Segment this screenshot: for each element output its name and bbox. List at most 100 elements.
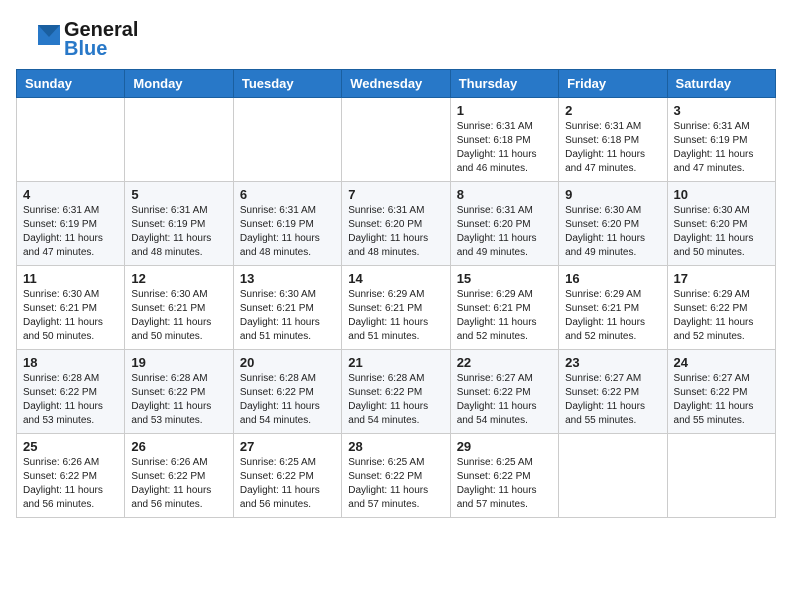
weekday-header-saturday: Saturday <box>667 70 775 98</box>
page-header: GeneralBlue <box>16 16 776 61</box>
day-info: Sunrise: 6:28 AM Sunset: 6:22 PM Dayligh… <box>240 372 335 428</box>
day-number: 17 <box>674 271 769 286</box>
day-number: 16 <box>565 271 660 286</box>
empty-cell <box>342 98 450 182</box>
day-info: Sunrise: 6:30 AM Sunset: 6:21 PM Dayligh… <box>240 288 335 344</box>
day-number: 20 <box>240 355 335 370</box>
day-info: Sunrise: 6:26 AM Sunset: 6:22 PM Dayligh… <box>131 456 226 512</box>
day-cell-18: 18 Sunrise: 6:28 AM Sunset: 6:22 PM Dayli… <box>17 350 125 434</box>
day-info: Sunrise: 6:25 AM Sunset: 6:22 PM Dayligh… <box>240 456 335 512</box>
weekday-header-tuesday: Tuesday <box>233 70 341 98</box>
day-number: 1 <box>457 103 552 118</box>
day-number: 21 <box>348 355 443 370</box>
day-info: Sunrise: 6:27 AM Sunset: 6:22 PM Dayligh… <box>674 372 769 428</box>
day-info: Sunrise: 6:27 AM Sunset: 6:22 PM Dayligh… <box>565 372 660 428</box>
day-info: Sunrise: 6:31 AM Sunset: 6:19 PM Dayligh… <box>674 120 769 176</box>
day-number: 14 <box>348 271 443 286</box>
day-number: 11 <box>23 271 118 286</box>
day-number: 7 <box>348 187 443 202</box>
day-info: Sunrise: 6:29 AM Sunset: 6:21 PM Dayligh… <box>348 288 443 344</box>
week-row-3: 11 Sunrise: 6:30 AM Sunset: 6:21 PM Dayli… <box>17 266 776 350</box>
day-number: 6 <box>240 187 335 202</box>
day-cell-5: 5Sunrise: 6:31 AM Sunset: 6:19 PM Daylig… <box>125 182 233 266</box>
day-number: 4 <box>23 187 118 202</box>
week-row-5: 25Sunrise: 6:26 AM Sunset: 6:22 PM Dayli… <box>17 434 776 518</box>
day-number: 28 <box>348 439 443 454</box>
day-cell-1: 1 Sunrise: 6:31 AM Sunset: 6:18 PM Daylig… <box>450 98 558 182</box>
logo-blue-text: Blue <box>64 38 138 61</box>
day-number: 9 <box>565 187 660 202</box>
day-cell-16: 16 Sunrise: 6:29 AM Sunset: 6:21 PM Dayli… <box>559 266 667 350</box>
day-cell-3: 3 Sunrise: 6:31 AM Sunset: 6:19 PM Daylig… <box>667 98 775 182</box>
empty-cell <box>667 434 775 518</box>
day-number: 3 <box>674 103 769 118</box>
day-number: 15 <box>457 271 552 286</box>
day-cell-6: 6 Sunrise: 6:31 AM Sunset: 6:19 PM Daylig… <box>233 182 341 266</box>
day-cell-12: 12Sunrise: 6:30 AM Sunset: 6:21 PM Dayli… <box>125 266 233 350</box>
day-number: 24 <box>674 355 769 370</box>
day-cell-13: 13 Sunrise: 6:30 AM Sunset: 6:21 PM Dayli… <box>233 266 341 350</box>
weekday-header-friday: Friday <box>559 70 667 98</box>
day-cell-21: 21 Sunrise: 6:28 AM Sunset: 6:22 PM Dayli… <box>342 350 450 434</box>
day-info: Sunrise: 6:30 AM Sunset: 6:20 PM Dayligh… <box>674 204 769 260</box>
day-cell-23: 23Sunrise: 6:27 AM Sunset: 6:22 PM Dayli… <box>559 350 667 434</box>
day-info: Sunrise: 6:31 AM Sunset: 6:19 PM Dayligh… <box>23 204 118 260</box>
weekday-header-wednesday: Wednesday <box>342 70 450 98</box>
day-info: Sunrise: 6:28 AM Sunset: 6:22 PM Dayligh… <box>23 372 118 428</box>
day-info: Sunrise: 6:27 AM Sunset: 6:22 PM Dayligh… <box>457 372 552 428</box>
day-info: Sunrise: 6:29 AM Sunset: 6:22 PM Dayligh… <box>674 288 769 344</box>
day-cell-17: 17 Sunrise: 6:29 AM Sunset: 6:22 PM Dayli… <box>667 266 775 350</box>
day-cell-27: 27 Sunrise: 6:25 AM Sunset: 6:22 PM Dayli… <box>233 434 341 518</box>
day-info: Sunrise: 6:31 AM Sunset: 6:19 PM Dayligh… <box>240 204 335 260</box>
day-info: Sunrise: 6:28 AM Sunset: 6:22 PM Dayligh… <box>348 372 443 428</box>
day-info: Sunrise: 6:26 AM Sunset: 6:22 PM Dayligh… <box>23 456 118 512</box>
day-info: Sunrise: 6:30 AM Sunset: 6:21 PM Dayligh… <box>23 288 118 344</box>
day-number: 18 <box>23 355 118 370</box>
week-row-2: 4 Sunrise: 6:31 AM Sunset: 6:19 PM Daylig… <box>17 182 776 266</box>
week-row-1: 1 Sunrise: 6:31 AM Sunset: 6:18 PM Daylig… <box>17 98 776 182</box>
day-cell-8: 8 Sunrise: 6:31 AM Sunset: 6:20 PM Daylig… <box>450 182 558 266</box>
weekday-header-monday: Monday <box>125 70 233 98</box>
logo-bird-icon <box>16 17 60 61</box>
week-row-4: 18 Sunrise: 6:28 AM Sunset: 6:22 PM Dayli… <box>17 350 776 434</box>
day-info: Sunrise: 6:31 AM Sunset: 6:19 PM Dayligh… <box>131 204 226 260</box>
day-cell-10: 10Sunrise: 6:30 AM Sunset: 6:20 PM Dayli… <box>667 182 775 266</box>
day-cell-28: 28 Sunrise: 6:25 AM Sunset: 6:22 PM Dayli… <box>342 434 450 518</box>
weekday-header-row: SundayMondayTuesdayWednesdayThursdayFrid… <box>17 70 776 98</box>
day-number: 8 <box>457 187 552 202</box>
empty-cell <box>17 98 125 182</box>
day-number: 13 <box>240 271 335 286</box>
logo: GeneralBlue <box>16 16 138 61</box>
day-info: Sunrise: 6:25 AM Sunset: 6:22 PM Dayligh… <box>348 456 443 512</box>
weekday-header-sunday: Sunday <box>17 70 125 98</box>
day-cell-25: 25Sunrise: 6:26 AM Sunset: 6:22 PM Dayli… <box>17 434 125 518</box>
day-cell-24: 24 Sunrise: 6:27 AM Sunset: 6:22 PM Dayli… <box>667 350 775 434</box>
day-info: Sunrise: 6:31 AM Sunset: 6:18 PM Dayligh… <box>565 120 660 176</box>
day-number: 22 <box>457 355 552 370</box>
day-number: 2 <box>565 103 660 118</box>
day-number: 29 <box>457 439 552 454</box>
day-cell-11: 11 Sunrise: 6:30 AM Sunset: 6:21 PM Dayli… <box>17 266 125 350</box>
day-cell-22: 22 Sunrise: 6:27 AM Sunset: 6:22 PM Dayli… <box>450 350 558 434</box>
calendar-table: SundayMondayTuesdayWednesdayThursdayFrid… <box>16 69 776 518</box>
empty-cell <box>125 98 233 182</box>
day-info: Sunrise: 6:28 AM Sunset: 6:22 PM Dayligh… <box>131 372 226 428</box>
day-number: 19 <box>131 355 226 370</box>
day-info: Sunrise: 6:31 AM Sunset: 6:18 PM Dayligh… <box>457 120 552 176</box>
day-cell-2: 2 Sunrise: 6:31 AM Sunset: 6:18 PM Daylig… <box>559 98 667 182</box>
day-info: Sunrise: 6:31 AM Sunset: 6:20 PM Dayligh… <box>348 204 443 260</box>
day-info: Sunrise: 6:29 AM Sunset: 6:21 PM Dayligh… <box>565 288 660 344</box>
day-info: Sunrise: 6:31 AM Sunset: 6:20 PM Dayligh… <box>457 204 552 260</box>
day-cell-4: 4 Sunrise: 6:31 AM Sunset: 6:19 PM Daylig… <box>17 182 125 266</box>
day-cell-7: 7 Sunrise: 6:31 AM Sunset: 6:20 PM Daylig… <box>342 182 450 266</box>
day-number: 12 <box>131 271 226 286</box>
day-cell-20: 20 Sunrise: 6:28 AM Sunset: 6:22 PM Dayli… <box>233 350 341 434</box>
day-cell-19: 19 Sunrise: 6:28 AM Sunset: 6:22 PM Dayli… <box>125 350 233 434</box>
day-number: 27 <box>240 439 335 454</box>
empty-cell <box>233 98 341 182</box>
day-cell-9: 9 Sunrise: 6:30 AM Sunset: 6:20 PM Daylig… <box>559 182 667 266</box>
day-cell-14: 14 Sunrise: 6:29 AM Sunset: 6:21 PM Dayli… <box>342 266 450 350</box>
day-info: Sunrise: 6:30 AM Sunset: 6:20 PM Dayligh… <box>565 204 660 260</box>
day-info: Sunrise: 6:29 AM Sunset: 6:21 PM Dayligh… <box>457 288 552 344</box>
day-cell-26: 26Sunrise: 6:26 AM Sunset: 6:22 PM Dayli… <box>125 434 233 518</box>
